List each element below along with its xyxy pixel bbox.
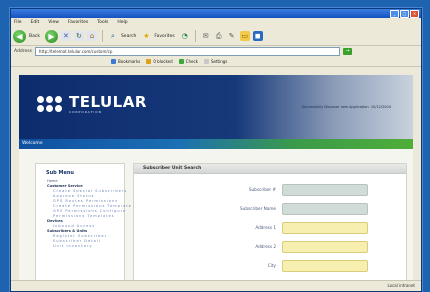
- sub-menu-list: Home Customer Service Create Special Subsc…: [36, 179, 131, 249]
- menu-edit[interactable]: Edit: [31, 20, 40, 25]
- address-label: Address: [14, 48, 32, 54]
- search-panel: Subscriber Unit Search Subscriber # Subs…: [133, 163, 407, 283]
- check-link[interactable]: Check: [178, 58, 198, 64]
- minimize-button[interactable]: _: [390, 9, 399, 18]
- stop-icon[interactable]: ✕: [60, 31, 71, 41]
- form-row: Address 1: [134, 222, 406, 234]
- menu-file[interactable]: File: [14, 20, 22, 25]
- city-input[interactable]: [282, 260, 368, 272]
- form-row: City: [134, 260, 406, 272]
- maximize-button[interactable]: □: [400, 9, 409, 18]
- address-bar: Address http://telemat.telular.com/custo…: [11, 46, 421, 56]
- menu-favorites[interactable]: Favorites: [68, 20, 88, 25]
- forward-icon[interactable]: ▶: [44, 29, 58, 43]
- search-label[interactable]: Search: [121, 34, 136, 39]
- back-icon[interactable]: ◀: [13, 29, 26, 43]
- bookmark-icon: [111, 58, 116, 64]
- links-bar: Bookmarks 0 blocked Check Settings: [11, 56, 421, 67]
- folder-icon[interactable]: ▭: [239, 31, 250, 41]
- print-icon[interactable]: ⎙: [214, 31, 224, 41]
- home-icon[interactable]: ⌂: [86, 31, 97, 41]
- toolbar-divider: [194, 30, 196, 42]
- address2-input[interactable]: [282, 241, 368, 253]
- options-label: Settings: [210, 58, 228, 64]
- address1-label: Address 1: [255, 225, 276, 230]
- check-icon: [178, 58, 184, 64]
- browser-window: _ □ ✕ File Edit View Favorites Tools Hel…: [10, 8, 422, 292]
- mail-icon[interactable]: ✉: [201, 31, 211, 41]
- back-label[interactable]: Back: [29, 34, 40, 39]
- telular-logo[interactable]: TELULAR CORPORATION: [37, 95, 147, 114]
- menu-view[interactable]: View: [48, 20, 59, 25]
- edit-icon[interactable]: ✎: [227, 31, 237, 41]
- sub-menu-item[interactable]: Unit Inventory: [36, 244, 124, 249]
- toolbar-divider: [101, 30, 103, 42]
- sub-menu: Sub Menu Home Customer Service Create Spec…: [35, 163, 131, 283]
- toolbar: ◀ Back ▶ ✕ ↻ ⌂ ⌕ Search ★ Favorites ◔ ✉ …: [11, 27, 421, 46]
- menu-tools[interactable]: Tools: [97, 20, 108, 25]
- options-link[interactable]: Settings: [203, 58, 228, 64]
- address2-label: Address 2: [255, 244, 276, 249]
- sub-menu-title: Sub Menu: [46, 170, 74, 176]
- logo-dots-icon: [37, 95, 63, 114]
- menu-help[interactable]: Help: [117, 20, 127, 25]
- form-row: Address 2: [134, 241, 406, 253]
- form-row: Subscriber Name: [134, 203, 406, 215]
- blocked-label: 0 blocked: [153, 58, 173, 64]
- subscriber-name-input[interactable]: [282, 203, 368, 215]
- subscriber-name-label: Subscriber Name: [240, 206, 276, 211]
- bookmarks-link[interactable]: Bookmarks: [111, 58, 141, 64]
- site-header: TELULAR CORPORATION Successfully Discove…: [19, 75, 413, 139]
- blocked-link[interactable]: 0 blocked: [146, 58, 173, 64]
- bookmarks-label: Bookmarks: [118, 58, 141, 64]
- web-page: TELULAR CORPORATION Successfully Discove…: [19, 75, 413, 283]
- go-button[interactable]: →: [342, 47, 352, 55]
- subscriber-number-label: Subscriber #: [248, 187, 276, 192]
- address1-input[interactable]: [282, 222, 368, 234]
- favorites-icon[interactable]: ★: [141, 31, 151, 41]
- subscriber-number-input[interactable]: [282, 184, 368, 196]
- check-label: Check: [185, 58, 198, 64]
- status-bar: Local intranet: [11, 280, 421, 291]
- page-content: Sub Menu Home Customer Service Create Spec…: [19, 149, 413, 283]
- popup-blocker-icon: [146, 58, 152, 64]
- search-panel-title: Subscriber Unit Search: [134, 164, 406, 174]
- security-zone: Local intranet: [387, 283, 415, 288]
- history-icon[interactable]: ◔: [180, 31, 190, 41]
- form-row: Subscriber #: [134, 184, 406, 196]
- city-label: City: [267, 263, 276, 268]
- messenger-icon[interactable]: ◼: [252, 31, 263, 41]
- refresh-icon[interactable]: ↻: [73, 31, 84, 41]
- welcome-bar: Welcome: [19, 139, 413, 149]
- options-icon: [203, 58, 209, 64]
- address-input[interactable]: http://telemat.telular.com/custom/cp: [34, 46, 340, 56]
- search-icon[interactable]: ⌕: [108, 31, 118, 41]
- title-bar: _ □ ✕: [11, 9, 421, 18]
- favorites-label[interactable]: Favorites: [154, 34, 174, 39]
- close-button[interactable]: ✕: [410, 9, 419, 18]
- brand-name: TELULAR: [69, 93, 147, 111]
- menu-bar: File Edit View Favorites Tools Help: [11, 18, 421, 27]
- header-tagline: Successfully Discover new Application. 1…: [301, 105, 391, 109]
